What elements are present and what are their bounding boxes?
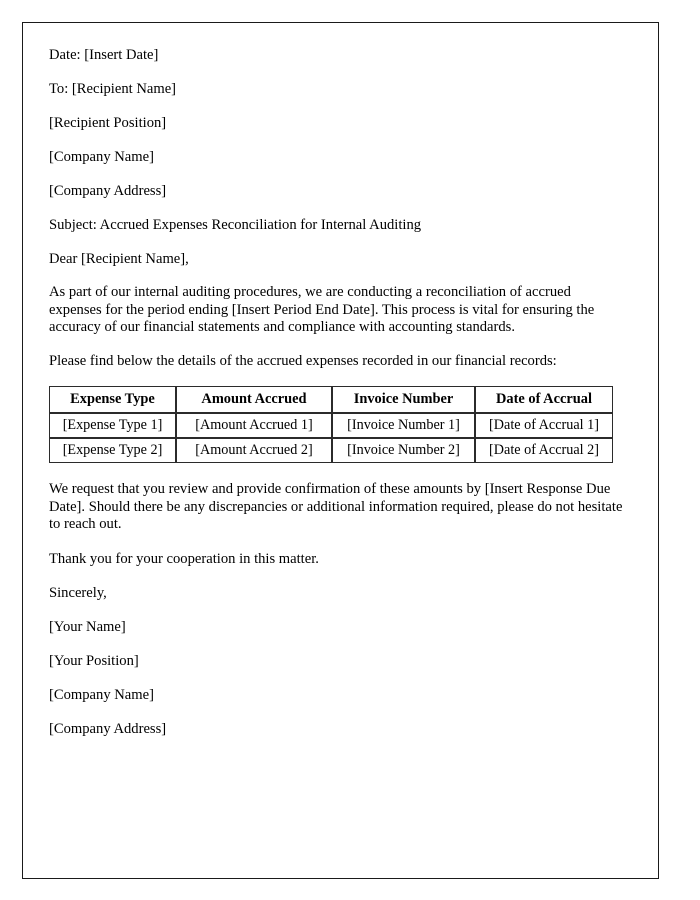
table-row: [Expense Type 1] [Amount Accrued 1] [Inv… xyxy=(49,413,613,438)
column-header-date-of-accrual: Date of Accrual xyxy=(475,386,613,413)
letter-content: Date: [Insert Date] To: [Recipient Name]… xyxy=(49,46,634,754)
subject-line: Subject: Accrued Expenses Reconciliation… xyxy=(49,217,422,233)
column-header-amount-accrued: Amount Accrued xyxy=(176,386,332,413)
signature-company-address: [Company Address] xyxy=(49,720,167,737)
table-row: [Expense Type 2] [Amount Accrued 2] [Inv… xyxy=(49,438,613,463)
thanks-line: Thank you for your cooperation in this m… xyxy=(49,550,319,567)
cell-expense-type: [Expense Type 1] xyxy=(49,413,176,438)
cell-date-of-accrual: [Date of Accrual 1] xyxy=(475,413,613,438)
closing-paragraph: We request that you review and provide c… xyxy=(49,481,623,532)
body-paragraph: As part of our internal auditing procedu… xyxy=(49,284,595,335)
cell-amount-accrued: [Amount Accrued 1] xyxy=(176,413,332,438)
signature-your-position: [Your Position] xyxy=(49,652,139,669)
table-header-row: Expense Type Amount Accrued Invoice Numb… xyxy=(49,386,613,413)
recipient-position-line: [Recipient Position] xyxy=(49,115,167,131)
recipient-company-name-line: [Company Name] xyxy=(49,149,154,165)
column-header-expense-type: Expense Type xyxy=(49,386,176,413)
date-line: Date: [Insert Date] xyxy=(49,47,159,63)
recipient-name-line: To: [Recipient Name] xyxy=(49,81,177,97)
column-header-invoice-number: Invoice Number xyxy=(332,386,475,413)
signature-your-name: [Your Name] xyxy=(49,618,126,635)
cell-invoice-number: [Invoice Number 2] xyxy=(332,438,475,463)
cell-invoice-number: [Invoice Number 1] xyxy=(332,413,475,438)
cell-date-of-accrual: [Date of Accrual 2] xyxy=(475,438,613,463)
accrued-expenses-table: Expense Type Amount Accrued Invoice Numb… xyxy=(49,386,613,463)
letter-page: Date: [Insert Date] To: [Recipient Name]… xyxy=(22,22,659,879)
cell-amount-accrued: [Amount Accrued 2] xyxy=(176,438,332,463)
recipient-company-address-line: [Company Address] xyxy=(49,183,167,199)
cell-expense-type: [Expense Type 2] xyxy=(49,438,176,463)
salutation-line: Dear [Recipient Name], xyxy=(49,251,189,267)
sign-off-line: Sincerely, xyxy=(49,584,107,601)
signature-company-name: [Company Name] xyxy=(49,686,154,703)
table-intro-line: Please find below the details of the acc… xyxy=(49,352,557,369)
